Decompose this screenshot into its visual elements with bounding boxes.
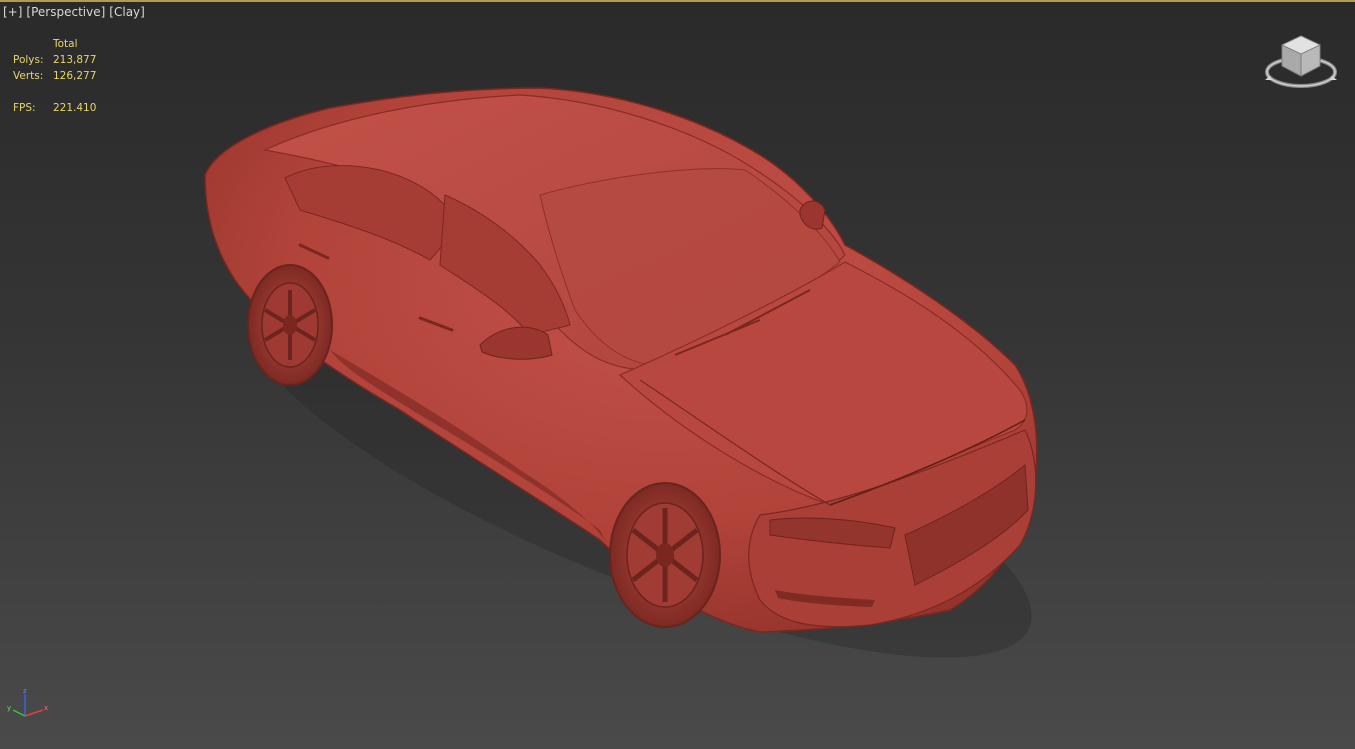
- perspective-viewport[interactable]: [+] [Perspective] [Clay] Total Polys: 213,8…: [0, 0, 1355, 749]
- front-wheel: [609, 482, 721, 628]
- axis-y-label: y: [7, 704, 11, 712]
- viewcube-icon[interactable]: [1262, 32, 1340, 94]
- car-model[interactable]: [0, 0, 1355, 749]
- rear-wheel: [247, 264, 333, 386]
- axis-x-label: x: [44, 704, 48, 712]
- axis-z-label: z: [23, 687, 27, 695]
- axis-tripod-icon: z x y: [7, 687, 48, 717]
